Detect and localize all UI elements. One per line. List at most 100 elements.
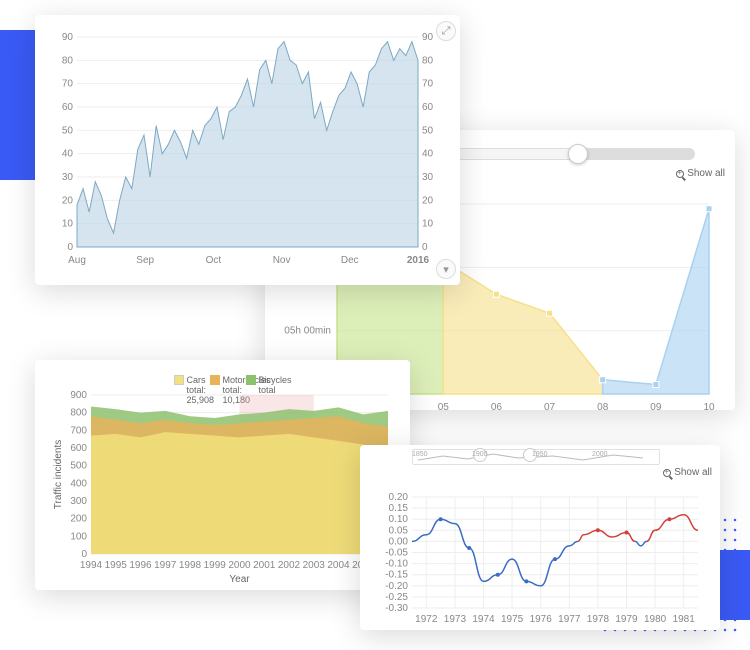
svg-text:1981: 1981 [673, 614, 696, 625]
legend-item-bike[interactable]: Bicycles total [246, 374, 272, 385]
svg-text:1997: 1997 [154, 560, 177, 571]
svg-text:1999: 1999 [204, 560, 227, 571]
svg-text:-0.05: -0.05 [385, 548, 408, 559]
svg-text:Nov: Nov [273, 255, 291, 266]
svg-text:1996: 1996 [129, 560, 152, 571]
zoom-icon [676, 170, 684, 178]
svg-text:0: 0 [81, 549, 87, 560]
svg-text:90: 90 [62, 32, 74, 43]
svg-text:100: 100 [70, 531, 87, 542]
svg-text:2003: 2003 [303, 560, 326, 571]
svg-text:1994: 1994 [80, 560, 103, 571]
svg-text:20: 20 [62, 195, 74, 206]
svg-text:0: 0 [422, 242, 428, 253]
svg-text:1975: 1975 [501, 614, 524, 625]
svg-text:06: 06 [491, 402, 503, 413]
svg-text:1995: 1995 [105, 560, 128, 571]
svg-text:70: 70 [422, 79, 434, 90]
svg-text:80: 80 [422, 55, 434, 66]
svg-text:70: 70 [62, 79, 74, 90]
svg-text:1977: 1977 [558, 614, 581, 625]
svg-text:2004: 2004 [327, 560, 350, 571]
svg-text:80: 80 [62, 55, 74, 66]
svg-text:07: 07 [544, 402, 556, 413]
svg-text:Year: Year [229, 574, 250, 584]
show-all-button[interactable]: Show all [676, 168, 725, 179]
svg-text:1978: 1978 [587, 614, 610, 625]
svg-text:0.20: 0.20 [389, 492, 409, 503]
svg-text:10: 10 [62, 219, 74, 230]
svg-text:1974: 1974 [472, 614, 495, 625]
chart-card-traffic: Cars total: 25,908 Motorcycles total: 10… [35, 360, 410, 590]
svg-text:0.10: 0.10 [389, 514, 409, 525]
svg-text:09: 09 [650, 402, 662, 413]
svg-text:900: 900 [70, 390, 87, 401]
svg-text:20: 20 [422, 195, 434, 206]
svg-text:Sep: Sep [136, 255, 154, 266]
svg-text:-0.25: -0.25 [385, 592, 408, 603]
svg-text:05: 05 [438, 402, 450, 413]
svg-text:40: 40 [422, 149, 434, 160]
svg-text:Dec: Dec [341, 255, 359, 266]
show-all-button-2[interactable]: Show all [663, 467, 712, 478]
show-all-label: Show all [674, 467, 712, 478]
svg-text:90: 90 [422, 32, 434, 43]
svg-text:2001: 2001 [253, 560, 276, 571]
svg-text:50: 50 [62, 125, 74, 136]
svg-text:1998: 1998 [179, 560, 202, 571]
svg-text:40: 40 [62, 149, 74, 160]
svg-text:05h 00min: 05h 00min [284, 326, 331, 337]
chart-card-fluct: Show all -0.30-0.25-0.20-0.15-0.10-0.050… [360, 445, 720, 630]
svg-text:300: 300 [70, 496, 87, 507]
svg-text:-0.10: -0.10 [385, 559, 408, 570]
svg-text:30: 30 [422, 172, 434, 183]
scroll-tick: 1950 [532, 451, 548, 458]
scroll-tick: 2000 [592, 451, 608, 458]
svg-text:10: 10 [703, 402, 715, 413]
svg-text:1972: 1972 [415, 614, 438, 625]
svg-text:Aug: Aug [68, 255, 86, 266]
svg-text:500: 500 [70, 460, 87, 471]
svg-text:0.00: 0.00 [389, 536, 409, 547]
chart-stock: 0 0 10 10 20 20 30 30 40 40 50 50 60 60 70 70 80 80 90 90 Au… [49, 29, 446, 269]
svg-text:Traffic incidents: Traffic incidents [53, 439, 64, 508]
svg-text:60: 60 [422, 102, 434, 113]
time-slider-handle-right[interactable] [568, 144, 588, 164]
svg-text:0.05: 0.05 [389, 525, 409, 536]
svg-text:-0.20: -0.20 [385, 581, 408, 592]
svg-text:700: 700 [70, 425, 87, 436]
svg-text:1976: 1976 [530, 614, 553, 625]
svg-text:600: 600 [70, 443, 87, 454]
svg-text:1973: 1973 [444, 614, 467, 625]
show-all-label: Show all [687, 168, 725, 179]
svg-text:0: 0 [67, 242, 73, 253]
svg-text:-0.30: -0.30 [385, 603, 408, 614]
svg-text:-0.15: -0.15 [385, 570, 408, 581]
svg-text:60: 60 [62, 102, 74, 113]
svg-text:50: 50 [422, 125, 434, 136]
svg-text:400: 400 [70, 478, 87, 489]
collapse-button[interactable]: ▾ [436, 259, 456, 279]
chart-card-stock: ⤢ ▾ 0 0 10 10 20 20 30 30 40 40 50 50 60 60 70 70 80 80 90… [35, 15, 460, 285]
expand-button[interactable]: ⤢ [436, 21, 456, 41]
svg-text:2000: 2000 [228, 560, 251, 571]
scroll-tick: 1850 [412, 451, 428, 458]
svg-text:800: 800 [70, 407, 87, 418]
legend-item-moto[interactable]: Motorcycles total: 10,180 [210, 374, 236, 385]
chart-fluct: -0.30-0.25-0.20-0.15-0.10-0.050.000.050.… [374, 481, 706, 626]
svg-text:2016: 2016 [407, 255, 430, 266]
svg-text:0.15: 0.15 [389, 503, 409, 514]
svg-text:Oct: Oct [206, 255, 222, 266]
svg-text:200: 200 [70, 513, 87, 524]
svg-text:30: 30 [62, 172, 74, 183]
legend-item-cars[interactable]: Cars total: 25,908 [174, 374, 200, 385]
zoom-icon [663, 469, 671, 477]
svg-text:2002: 2002 [278, 560, 301, 571]
legend: Cars total: 25,908 Motorcycles total: 10… [49, 374, 396, 385]
svg-text:1979: 1979 [615, 614, 638, 625]
scroll-tick: 1900 [472, 451, 488, 458]
svg-text:10: 10 [422, 219, 434, 230]
svg-text:1980: 1980 [644, 614, 667, 625]
svg-text:08: 08 [597, 402, 609, 413]
chart-traffic: 0 100 200 300 400 500 600 700 800 900 199419951996… [49, 389, 396, 584]
